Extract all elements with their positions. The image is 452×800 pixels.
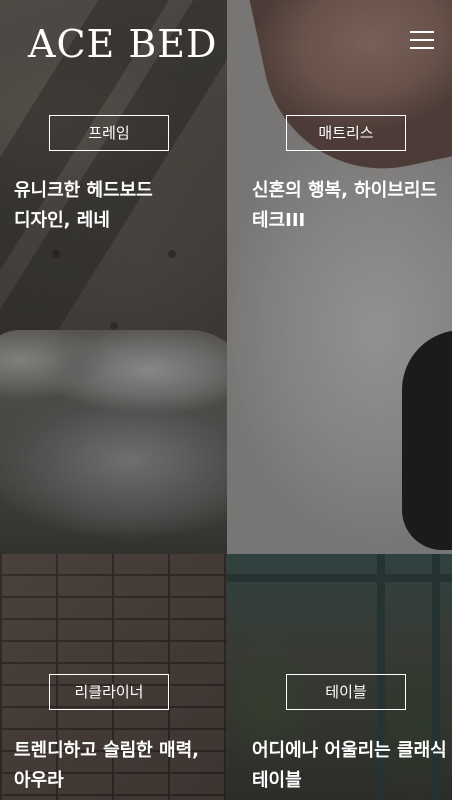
category-button-table[interactable]: 테이블 (286, 674, 406, 710)
panel-headline: 트렌디하고 슬림한 매력, 아우라 (14, 740, 199, 791)
site-logo[interactable]: ACE BED (28, 20, 217, 68)
hamburger-menu-icon[interactable] (410, 30, 434, 50)
panel-headline: 어디에나 어울리는 클래식 테이블 (252, 740, 447, 791)
category-button-recliner[interactable]: 리클라이너 (49, 674, 169, 710)
menu-line (410, 39, 434, 41)
page: 프레임 유니크한 헤드보드 디자인, 레네 매트리스 신혼의 행복, 하이브리드… (0, 0, 452, 800)
category-button-mattress[interactable]: 매트리스 (286, 115, 406, 151)
panel-headline: 신혼의 행복, 하이브리드 테크III (252, 180, 437, 231)
site-header: ACE BED (0, 0, 452, 90)
menu-line (410, 31, 434, 33)
category-button-frame[interactable]: 프레임 (49, 115, 169, 151)
panel-headline: 유니크한 헤드보드 디자인, 레네 (14, 180, 153, 231)
category-panel-recliner[interactable]: 리클라이너 트렌디하고 슬림한 매력, 아우라 (0, 554, 227, 800)
category-panel-table[interactable]: 테이블 어디에나 어울리는 클래식 테이블 (227, 554, 452, 800)
menu-line (410, 47, 434, 49)
